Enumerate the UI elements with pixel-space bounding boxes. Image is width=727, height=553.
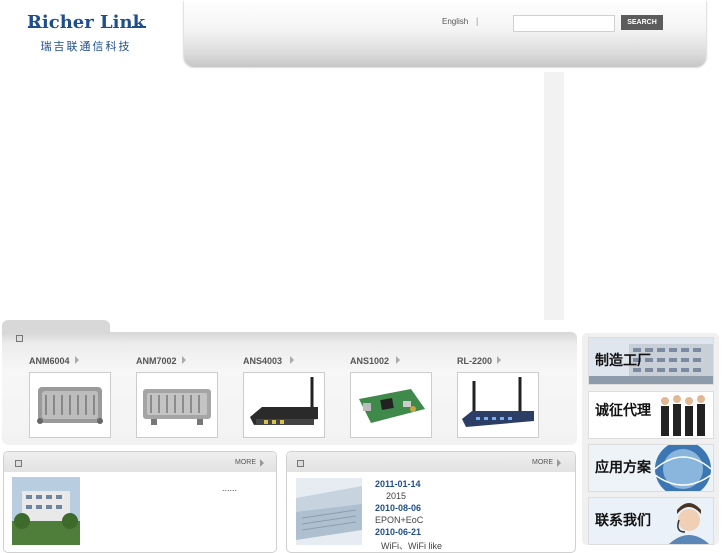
header-bar — [184, 0, 706, 66]
news-bullet-icon — [297, 460, 304, 467]
company-more-link[interactable]: MORE — [235, 459, 256, 466]
sidebar-item-label: 制造工厂 — [595, 352, 651, 368]
product-name-ans4003[interactable]: ANS4003 — [243, 356, 282, 366]
product-name-rl-2200[interactable]: RL-2200 — [457, 356, 492, 366]
arrow-right-icon — [290, 356, 294, 364]
company-photo[interactable] — [12, 477, 80, 545]
sidebar-item-label: 应用方案 — [595, 459, 651, 475]
banner-side-strip — [544, 72, 564, 320]
arrow-right-icon — [497, 356, 501, 364]
router-icon — [462, 377, 534, 427]
arrow-right-icon — [260, 459, 264, 467]
logo-name-en: Richer Link — [26, 12, 146, 33]
news-title[interactable]: 2015 — [386, 491, 406, 501]
arrow-right-icon — [557, 459, 561, 467]
news-date[interactable]: 2010-06-21 — [375, 527, 421, 537]
product-name-anm6004[interactable]: ANM6004 — [29, 356, 70, 366]
product-name-ans1002[interactable]: ANS1002 — [350, 356, 389, 366]
language-link[interactable]: English — [442, 17, 468, 26]
sidebar-item-factory[interactable]: 制造工厂 — [588, 337, 714, 385]
sidebar-item-solutions[interactable]: 应用方案 — [588, 444, 714, 492]
search-input[interactable] — [513, 15, 615, 32]
product-image-anm6004[interactable] — [29, 372, 111, 438]
arrow-right-icon — [75, 356, 79, 364]
news-more-link[interactable]: MORE — [532, 459, 553, 466]
amplifier-icon — [37, 387, 103, 424]
product-image-rl-2200[interactable] — [457, 372, 539, 438]
circuit-board-icon — [359, 389, 425, 423]
logo-name-cn: 瑞吉联通信科技 — [40, 41, 132, 53]
product-image-anm7002[interactable] — [136, 372, 218, 438]
arrow-right-icon — [396, 356, 400, 364]
router-icon — [250, 377, 318, 425]
logo-line-right — [132, 26, 146, 28]
sidebar-item-label: 诚征代理 — [595, 402, 651, 418]
company-bullet-icon — [15, 460, 22, 467]
news-title[interactable]: EPON+EoC — [375, 515, 423, 525]
news-title[interactable]: WiFi、WiFi like — [381, 539, 442, 552]
logo[interactable]: Richer Link 瑞吉联通信科技 — [24, 12, 148, 56]
company-intro-text: ...... — [222, 483, 238, 493]
product-image-ans1002[interactable] — [350, 372, 432, 438]
news-date[interactable]: 2010-08-06 — [375, 503, 421, 513]
company-building-icon — [12, 477, 80, 545]
sidebar-item-agents[interactable]: 诚征代理 — [588, 391, 714, 439]
product-image-ans4003[interactable] — [243, 372, 325, 438]
language-separator: | — [476, 16, 479, 26]
sidebar-item-label: 联系我们 — [595, 512, 651, 528]
news-photo[interactable] — [296, 478, 362, 545]
news-date[interactable]: 2011-01-14 — [375, 479, 421, 489]
search-button[interactable]: SEARCH — [621, 15, 663, 30]
arrow-right-icon — [182, 356, 186, 364]
product-name-anm7002[interactable]: ANM7002 — [136, 356, 177, 366]
sidebar-item-contact[interactable]: 联系我们 — [588, 497, 714, 545]
products-bullet-icon — [16, 335, 23, 342]
amplifier-icon — [143, 389, 211, 425]
newspaper-icon — [296, 478, 362, 545]
